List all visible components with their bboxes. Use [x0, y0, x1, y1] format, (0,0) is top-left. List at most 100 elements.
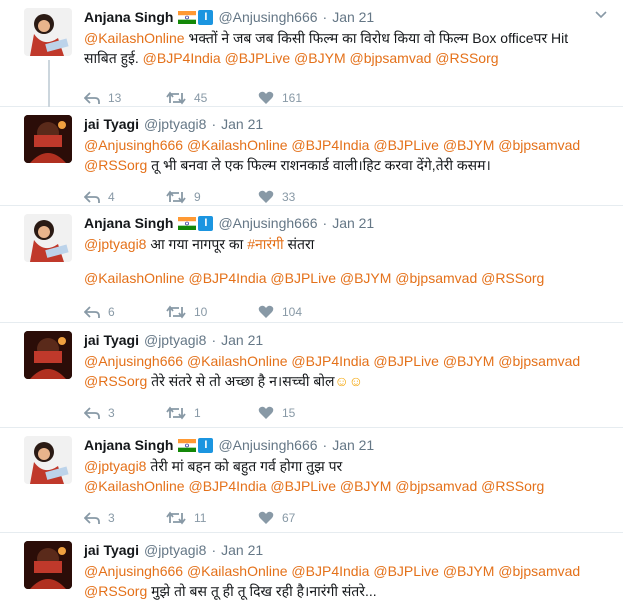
tweet-text-part: भक्तों ने जब जब किसी फिल्म का विरोध किया… [184, 30, 569, 46]
timestamp[interactable]: Jan 21 [332, 215, 374, 231]
reply-count: 3 [108, 511, 115, 525]
tweet-text-part: आ गया नागपूर का [146, 236, 248, 252]
avatar[interactable] [24, 331, 72, 379]
anjana-avatar-image [24, 8, 72, 56]
tweet-text: @jptyagi8 आ गया नागपूर का #नारंगी संतरा … [84, 234, 611, 288]
user-handle[interactable]: @Anjusingh666 [218, 9, 317, 25]
avatar[interactable] [24, 541, 72, 589]
mention-links[interactable]: @Anjusingh666 @KailashOnline @BJP4India … [84, 353, 580, 369]
separator-dot: · [211, 116, 217, 132]
retweet-icon [166, 91, 186, 105]
tweet-text: @jptyagi8 तेरी मां बहन को बहुत गर्व होगा… [84, 456, 611, 496]
separator-dot: · [322, 215, 328, 231]
mention-link[interactable]: @jptyagi8 [84, 236, 146, 252]
tweet-actions: 3 1 15 [84, 403, 611, 423]
user-handle[interactable]: @Anjusingh666 [218, 215, 317, 231]
timestamp[interactable]: Jan 21 [221, 542, 263, 558]
reply-button[interactable]: 6 [84, 305, 166, 319]
reply-count: 6 [108, 305, 115, 319]
reply-count: 3 [108, 406, 115, 420]
timestamp[interactable]: Jan 21 [221, 332, 263, 348]
retweet-count: 1 [194, 406, 201, 420]
user-handle[interactable]: @jptyagi8 [144, 332, 206, 348]
tweet[interactable]: Anjana Singh I @Anjusingh666 · Jan 21 @j… [0, 428, 623, 533]
retweet-button[interactable]: 11 [166, 511, 258, 525]
tweet[interactable]: jai Tyagi @jptyagi8 · Jan 21 @Anjusingh6… [0, 533, 623, 613]
like-button[interactable]: 67 [258, 511, 295, 525]
mention-links[interactable]: @KailashOnline @BJP4India @BJPLive @BJYM… [84, 270, 544, 286]
like-button[interactable]: 104 [258, 305, 302, 319]
timestamp[interactable]: Jan 21 [332, 9, 374, 25]
like-count: 67 [282, 511, 296, 525]
reply-icon [84, 190, 100, 204]
mention-link[interactable]: @RSSorg [84, 373, 147, 389]
avatar[interactable] [24, 8, 72, 56]
mention-link[interactable]: @RSSorg [84, 157, 147, 173]
like-button[interactable]: 15 [258, 406, 295, 420]
separator-dot: · [322, 9, 328, 25]
thread-line [48, 60, 50, 107]
mention-links[interactable]: @KailashOnline @BJP4India @BJPLive @BJYM… [84, 478, 544, 494]
avatar[interactable] [24, 115, 72, 163]
like-button[interactable]: 161 [258, 91, 302, 105]
india-flag-icon: I [178, 9, 214, 25]
timestamp[interactable]: Jan 21 [221, 116, 263, 132]
retweet-button[interactable]: 1 [166, 406, 258, 420]
display-name[interactable]: jai Tyagi [84, 116, 139, 132]
tweet-text-part: तू भी बनवा ले एक फिल्म राशनकार्ड वाली।हि… [147, 157, 491, 173]
retweet-button[interactable]: 45 [166, 91, 258, 105]
mention-links[interactable]: @Anjusingh666 @KailashOnline @BJP4India … [84, 563, 580, 579]
tweet[interactable]: jai Tyagi @jptyagi8 · Jan 21 @Anjusingh6… [0, 107, 623, 206]
india-flag-icon: I [178, 437, 214, 453]
reply-button[interactable]: 3 [84, 406, 166, 420]
mention-link[interactable]: @jptyagi8 [84, 458, 146, 474]
display-name[interactable]: jai Tyagi [84, 332, 139, 348]
display-name[interactable]: jai Tyagi [84, 542, 139, 558]
separator-dot: · [211, 542, 217, 558]
heart-icon [258, 305, 274, 319]
reply-button[interactable]: 13 [84, 91, 166, 105]
like-count: 104 [282, 305, 303, 319]
retweet-count: 10 [194, 305, 208, 319]
tweet[interactable]: Anjana Singh I @Anjusingh666 · Jan 21 @K… [0, 0, 623, 107]
user-handle[interactable]: @jptyagi8 [144, 542, 206, 558]
mention-links[interactable]: @BJP4India @BJPLive @BJYM @bjpsamvad @RS… [143, 50, 499, 66]
retweet-icon [166, 406, 186, 420]
reply-icon [84, 511, 100, 525]
smiley-emoji: ☺☺ [334, 373, 364, 389]
tweet-text: @Anjusingh666 @KailashOnline @BJP4India … [84, 351, 611, 391]
display-name[interactable]: Anjana Singh [84, 437, 173, 453]
mention-link[interactable]: @RSSorg [84, 583, 147, 599]
retweet-icon [166, 190, 186, 204]
avatar[interactable] [24, 214, 72, 262]
tweet-text-part: मुझे तो बस तू ही तू दिख रही है।नारंगी सं… [147, 583, 377, 599]
user-handle[interactable]: @Anjusingh666 [218, 437, 317, 453]
mention-links[interactable]: @Anjusingh666 @KailashOnline @BJP4India … [84, 137, 580, 153]
timestamp[interactable]: Jan 21 [332, 437, 374, 453]
tweet-text: @Anjusingh666 @KailashOnline @BJP4India … [84, 561, 611, 601]
user-handle[interactable]: @jptyagi8 [144, 116, 206, 132]
display-name[interactable]: Anjana Singh [84, 9, 173, 25]
hashtag-link[interactable]: #नारंगी [247, 236, 283, 252]
chevron-down-icon[interactable] [595, 8, 607, 22]
india-flag-icon: I [178, 215, 214, 231]
reply-icon [84, 305, 100, 319]
heart-icon [258, 190, 274, 204]
retweet-icon [166, 305, 186, 319]
reply-count: 4 [108, 190, 115, 204]
mention-link[interactable]: @KailashOnline [84, 30, 185, 46]
anjana-avatar-image [24, 436, 72, 484]
retweet-button[interactable]: 9 [166, 190, 258, 204]
tweet-text: @KailashOnline भक्तों ने जब जब किसी फिल्… [84, 28, 611, 68]
tweet[interactable]: Anjana Singh I @Anjusingh666 · Jan 21 @j… [0, 206, 623, 323]
like-button[interactable]: 33 [258, 190, 295, 204]
avatar[interactable] [24, 436, 72, 484]
like-count: 33 [282, 190, 296, 204]
jai-avatar-image [24, 331, 72, 379]
badge-icon: I [198, 215, 214, 231]
display-name[interactable]: Anjana Singh [84, 215, 173, 231]
retweet-button[interactable]: 10 [166, 305, 258, 319]
reply-button[interactable]: 3 [84, 511, 166, 525]
tweet[interactable]: jai Tyagi @jptyagi8 · Jan 21 @Anjusingh6… [0, 323, 623, 428]
reply-button[interactable]: 4 [84, 190, 166, 204]
